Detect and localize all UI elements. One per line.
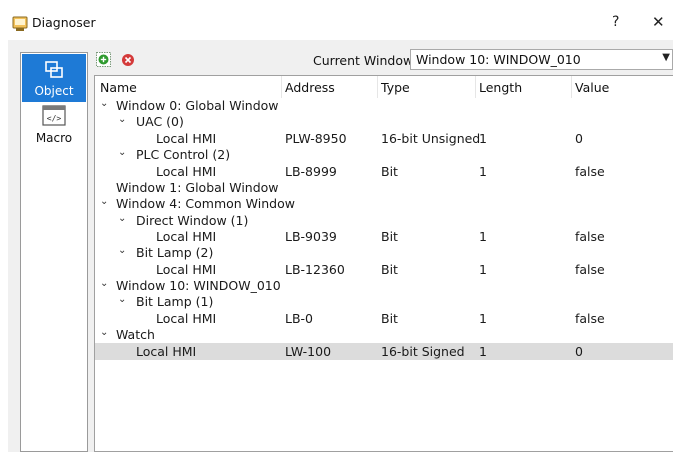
row-name: Local HMI <box>156 229 217 244</box>
macro-icon: </> <box>42 105 66 126</box>
row-type: 16-bit Signed <box>381 344 465 359</box>
tree-row[interactable]: ⌄ Watch <box>95 327 673 343</box>
row-type: Bit <box>381 164 398 179</box>
row-value: 0 <box>575 131 583 146</box>
row-address: LB-9039 <box>285 229 337 244</box>
column-header-length[interactable]: Length <box>479 80 522 95</box>
object-tab[interactable]: Object <box>22 54 86 102</box>
tree-row[interactable]: Local HMI LB-12360 Bit 1 false <box>95 262 673 278</box>
chevron-down-icon[interactable]: ⌄ <box>118 147 126 158</box>
row-value: false <box>575 164 605 179</box>
row-address: LB-8999 <box>285 164 337 179</box>
row-length: 1 <box>479 262 487 277</box>
svg-text:</>: </> <box>47 114 62 123</box>
row-name: Local HMI <box>156 164 217 179</box>
tree-row[interactable]: ⌄ UAC (0) <box>95 114 673 130</box>
macro-tab[interactable]: </> Macro <box>22 105 86 147</box>
row-address: LB-12360 <box>285 262 345 277</box>
column-divider <box>571 76 572 98</box>
tree-row-selected[interactable]: Local HMI LW-100 16-bit Signed 1 0 <box>95 343 673 360</box>
tree-row[interactable]: Local HMI LB-9039 Bit 1 false <box>95 229 673 245</box>
chevron-down-icon[interactable]: ⌄ <box>100 278 108 289</box>
current-window-value: Window 10: WINDOW_010 <box>416 52 581 67</box>
row-length: 1 <box>479 344 487 359</box>
row-name: Local HMI <box>156 311 217 326</box>
column-header-type[interactable]: Type <box>381 80 410 95</box>
close-button[interactable]: ✕ <box>652 13 665 31</box>
row-value: false <box>575 311 605 326</box>
tree-row[interactable]: Local HMI LB-0 Bit 1 false <box>95 311 673 327</box>
row-name: Local HMI <box>156 262 217 277</box>
row-value: false <box>575 229 605 244</box>
tree-row[interactable]: ⌄ Direct Window (1) <box>95 213 673 229</box>
macro-tab-label: Macro <box>35 131 73 145</box>
diagnoser-table: Name Address Type Length Value ⌄ Window … <box>94 75 673 452</box>
row-name: Watch <box>116 327 155 342</box>
row-length: 1 <box>479 311 487 326</box>
row-name: Window 4: Common Window <box>116 196 295 211</box>
tree-row[interactable]: Local HMI PLW-8950 16-bit Unsigned 1 0 <box>95 131 673 147</box>
row-name: Local HMI <box>136 344 197 359</box>
chevron-down-icon[interactable]: ⌄ <box>100 98 108 109</box>
row-length: 1 <box>479 164 487 179</box>
tree-row[interactable]: ⌄ Bit Lamp (2) <box>95 245 673 261</box>
row-name: UAC (0) <box>136 114 184 129</box>
tree-row[interactable]: Local HMI LB-8999 Bit 1 false <box>95 164 673 180</box>
add-icon[interactable] <box>96 52 111 67</box>
row-type: 16-bit Unsigned <box>381 131 481 146</box>
title-bar: Diagnoser ? ✕ <box>0 0 673 40</box>
current-window-select[interactable]: Window 10: WINDOW_010 ▼ <box>410 49 673 70</box>
row-name: PLC Control (2) <box>136 147 231 162</box>
window-title: Diagnoser <box>32 15 96 30</box>
chevron-down-icon[interactable]: ⌄ <box>118 294 126 305</box>
chevron-down-icon: ▼ <box>662 52 670 63</box>
object-icon <box>45 61 63 78</box>
help-button[interactable]: ? <box>612 14 619 30</box>
row-name: Window 1: Global Window <box>116 180 279 195</box>
row-name: Direct Window (1) <box>136 213 249 228</box>
row-value: 0 <box>575 344 583 359</box>
row-name: Window 0: Global Window <box>116 98 279 113</box>
delete-icon[interactable] <box>121 53 135 67</box>
row-type: Bit <box>381 311 398 326</box>
row-type: Bit <box>381 229 398 244</box>
column-header-name[interactable]: Name <box>100 80 137 95</box>
column-divider <box>377 76 378 98</box>
chevron-down-icon[interactable]: ⌄ <box>118 213 126 224</box>
object-tab-label: Object <box>34 84 74 98</box>
row-address: LB-0 <box>285 311 314 326</box>
tree-row[interactable]: ⌄ Window 0: Global Window <box>95 98 673 114</box>
tree-row[interactable]: ⌄ PLC Control (2) <box>95 147 673 163</box>
row-name: Local HMI <box>156 131 217 146</box>
row-address: LW-100 <box>285 344 332 359</box>
chevron-down-icon[interactable]: ⌄ <box>118 245 126 256</box>
column-divider <box>475 76 476 98</box>
column-header-value[interactable]: Value <box>575 80 609 95</box>
column-header-address[interactable]: Address <box>285 80 335 95</box>
row-address: PLW-8950 <box>285 131 347 146</box>
column-divider <box>281 76 282 98</box>
tree-row[interactable]: ⌄ Window 4: Common Window <box>95 196 673 212</box>
row-type: Bit <box>381 262 398 277</box>
tree-row[interactable]: Window 1: Global Window <box>95 180 673 196</box>
row-name: Bit Lamp (1) <box>136 294 214 309</box>
diagnoser-app-icon <box>12 16 28 31</box>
chevron-down-icon[interactable]: ⌄ <box>100 327 108 338</box>
current-window-label: Current Window: <box>313 53 417 68</box>
left-toolbar: Object </> Macro <box>20 52 88 452</box>
row-name: Window 10: WINDOW_010 <box>116 278 281 293</box>
chevron-down-icon[interactable]: ⌄ <box>118 114 126 125</box>
tree-row[interactable]: ⌄ Bit Lamp (1) <box>95 294 673 310</box>
row-length: 1 <box>479 229 487 244</box>
row-name: Bit Lamp (2) <box>136 245 214 260</box>
chevron-down-icon[interactable]: ⌄ <box>100 196 108 207</box>
row-value: false <box>575 262 605 277</box>
tree-row[interactable]: ⌄ Window 10: WINDOW_010 <box>95 278 673 294</box>
row-length: 1 <box>479 131 487 146</box>
